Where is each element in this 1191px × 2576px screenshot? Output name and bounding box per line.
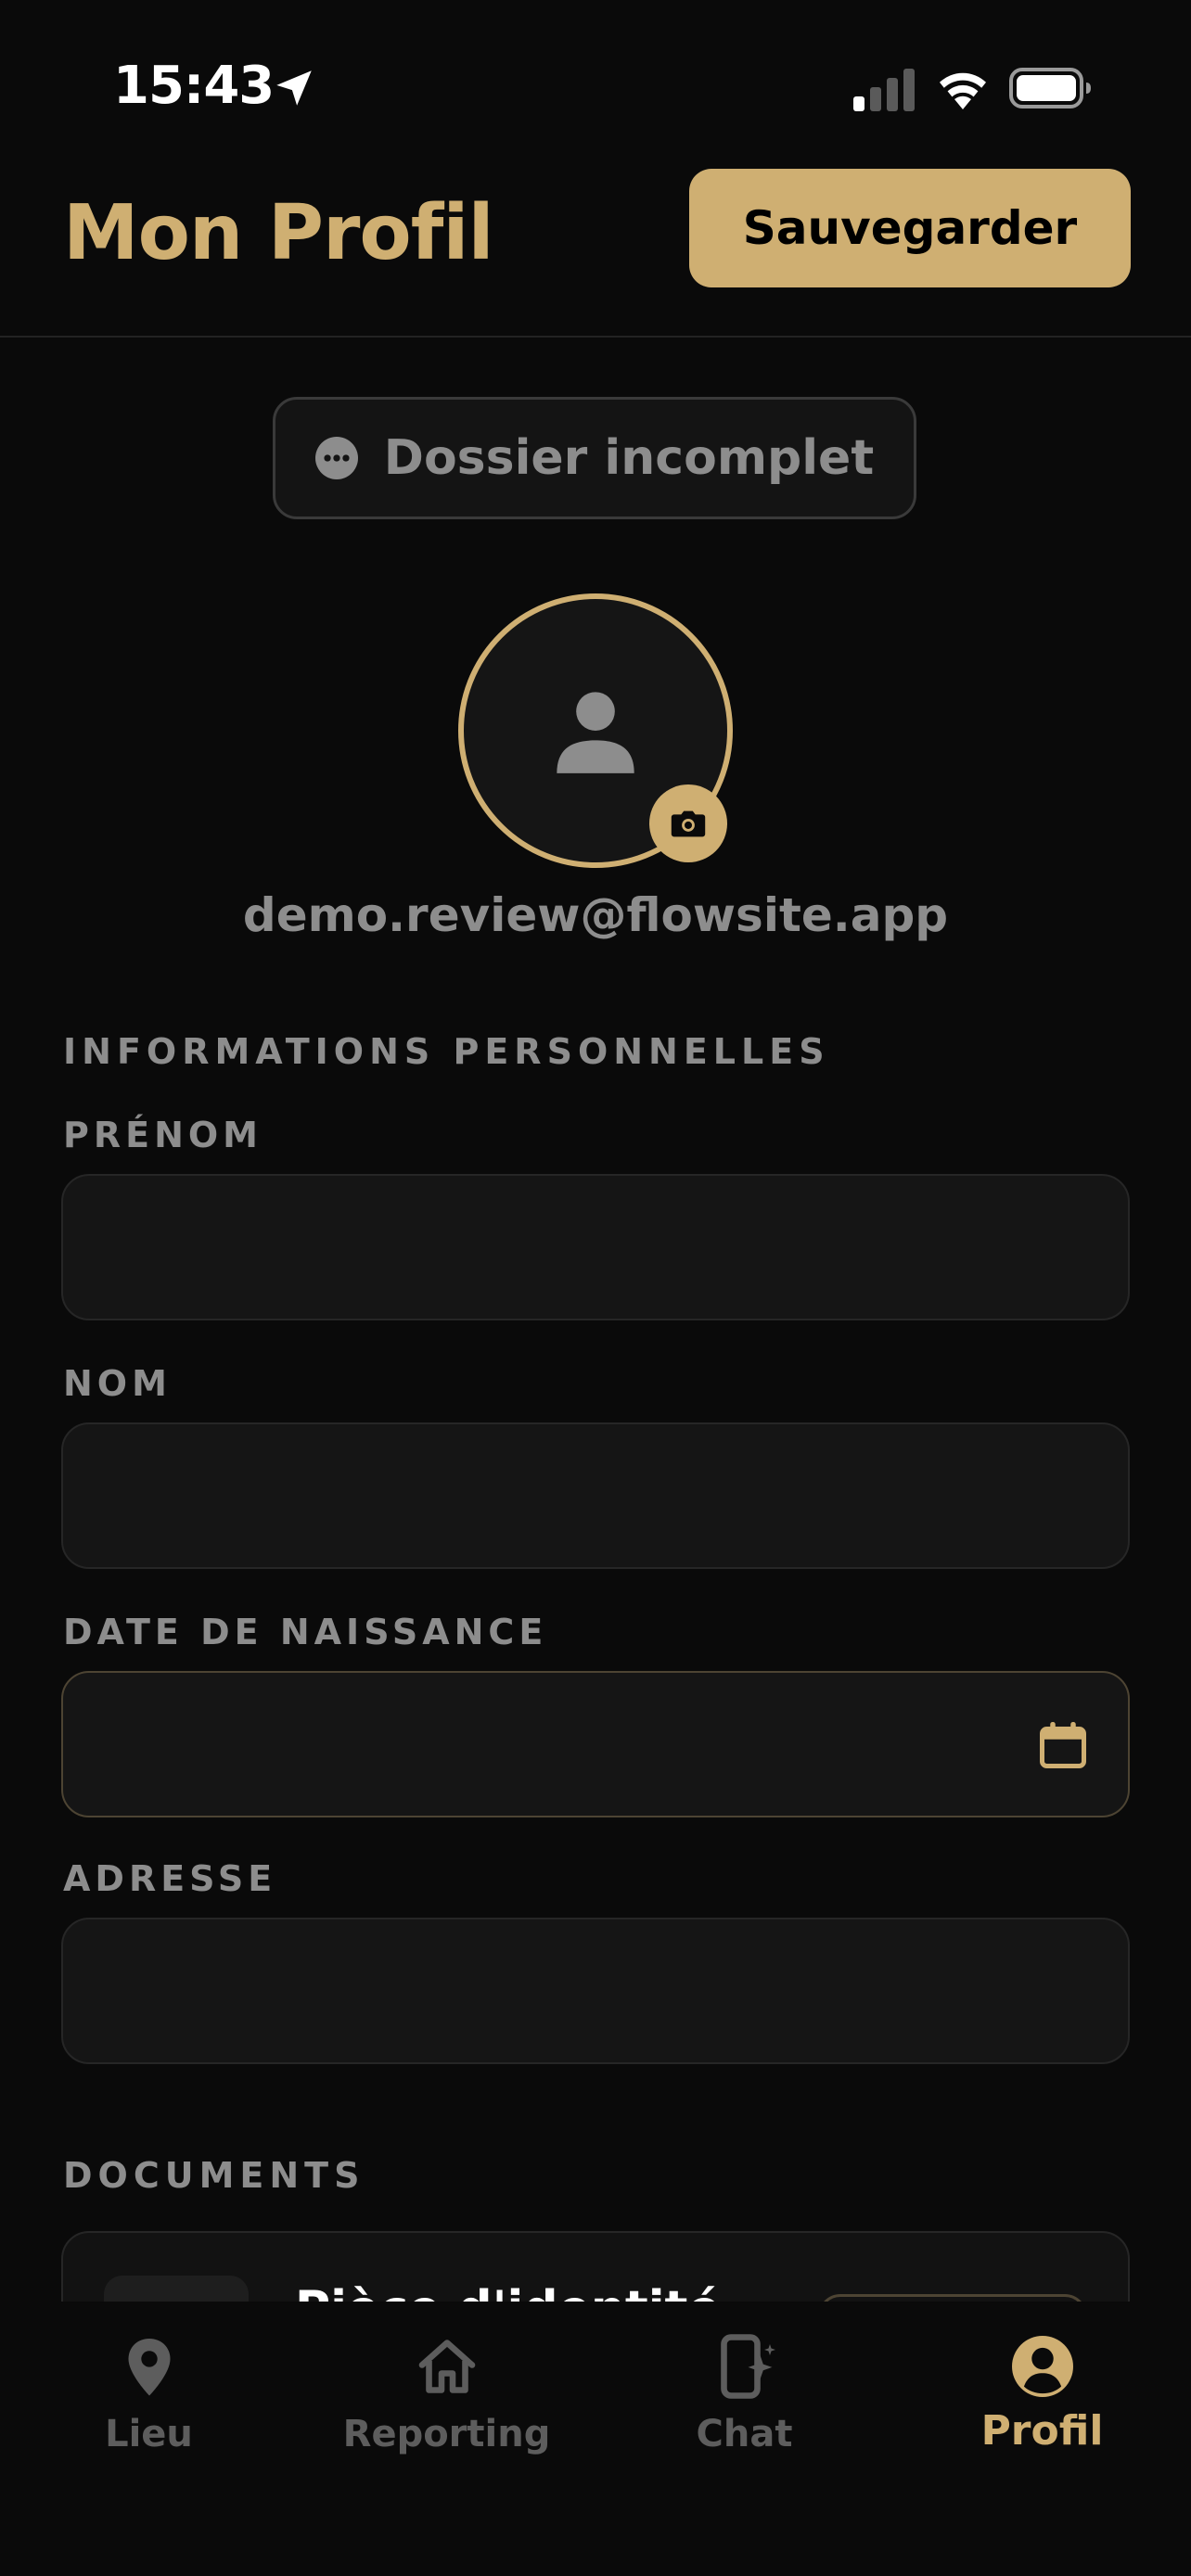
section-title-personal-info: INFORMATIONS PERSONNELLES [63, 1031, 830, 1072]
label-last-name: NOM [63, 1363, 172, 1404]
address-input[interactable] [61, 1918, 1130, 2064]
first-name-input[interactable] [61, 1174, 1130, 1320]
tab-lieu[interactable]: Lieu [0, 2329, 298, 2478]
tab-label-reporting: Reporting [342, 2413, 551, 2455]
change-photo-button[interactable] [649, 784, 727, 862]
location-arrow-icon [276, 70, 312, 106]
label-birth-date: DATE DE NAISSANCE [63, 1612, 548, 1652]
tab-chat[interactable]: Chat [596, 2329, 893, 2478]
status-time: 15:43 [113, 56, 275, 116]
label-address: ADRESSE [63, 1858, 277, 1899]
status-bar: 15:43 [0, 0, 1191, 176]
status-badge-label: Dossier incomplet [383, 430, 875, 486]
tab-label-chat: Chat [696, 2413, 793, 2455]
tab-profil[interactable]: Profil [893, 2329, 1191, 2478]
birth-date-input[interactable] [61, 1671, 1130, 1817]
last-name-input[interactable] [61, 1422, 1130, 1569]
label-first-name: PRÉNOM [63, 1115, 263, 1155]
cellular-signal-icon [853, 69, 915, 111]
battery-icon [1009, 68, 1091, 108]
section-title-documents: DOCUMENTS [63, 2155, 365, 2196]
save-button[interactable]: Sauvegarder [689, 169, 1131, 287]
camera-icon [671, 810, 706, 837]
home-icon [418, 2340, 475, 2393]
location-pin-icon [128, 2339, 170, 2396]
person-icon [557, 692, 634, 773]
tab-bar: Lieu Reporting Chat Profil [0, 2302, 1191, 2576]
header: Mon Profil Sauvegarder [0, 167, 1191, 338]
ellipsis-circle-icon [314, 437, 358, 479]
wifi-icon [940, 72, 986, 109]
tab-label-profil: Profil [980, 2407, 1104, 2455]
phone-sparkle-icon [720, 2334, 775, 2399]
user-circle-icon [1011, 2336, 1073, 2397]
tab-reporting[interactable]: Reporting [298, 2329, 596, 2478]
user-email: demo.review@flowsite.app [242, 888, 949, 942]
status-badge: Dossier incomplet [273, 397, 916, 519]
page-title: Mon Profil [63, 189, 494, 277]
calendar-icon[interactable] [1035, 1717, 1091, 1773]
tab-label-lieu: Lieu [105, 2413, 193, 2455]
